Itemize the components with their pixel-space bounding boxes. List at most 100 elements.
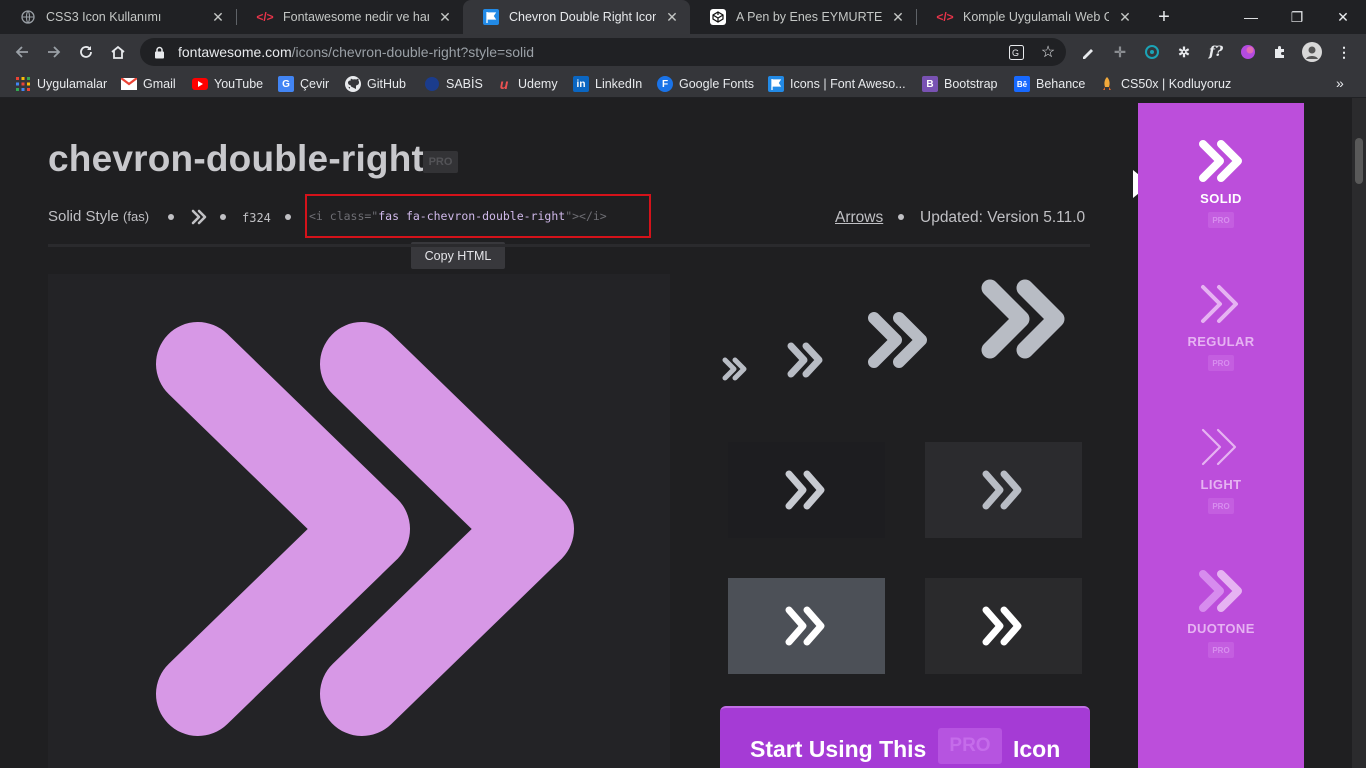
- code-icon: </>: [936, 10, 954, 24]
- bookmark-item[interactable]: G Çevir: [278, 75, 329, 93]
- bookmark-label: GitHub: [367, 77, 406, 91]
- bookmark-item[interactable]: in LinkedIn: [573, 75, 642, 93]
- close-icon[interactable]: ✕: [1117, 9, 1133, 25]
- translate-icon[interactable]: G: [1008, 44, 1024, 60]
- style-option-light[interactable]: LIGHT PRO: [1138, 425, 1304, 545]
- behance-icon: Bē: [1014, 76, 1030, 92]
- browser-tab[interactable]: A Pen by Enes EYMURTEPE ✕: [690, 0, 916, 34]
- style-option-label: LIGHT: [1200, 477, 1242, 492]
- chevron-double-right-icon: [785, 470, 824, 510]
- minimize-icon[interactable]: —: [1228, 0, 1274, 34]
- divider: [48, 244, 1090, 247]
- bookmark-label: Çevir: [300, 77, 330, 91]
- style-option-solid[interactable]: SOLID PRO: [1138, 139, 1304, 259]
- bookmark-item[interactable]: Icons | Font Aweso...: [768, 75, 906, 93]
- browser-toolbar: fontawesome.com/icons/chevron-double-rig…: [0, 34, 1366, 70]
- formula-extension-icon[interactable]: f?: [1206, 42, 1226, 62]
- bookmark-label: CS50x | Kodluyoruz: [1121, 77, 1232, 91]
- preview-tile-charcoal[interactable]: [925, 578, 1082, 674]
- bookmark-label: Gmail: [143, 77, 176, 91]
- chevron-double-right-icon: [785, 606, 824, 646]
- bootstrap-icon: B: [922, 76, 938, 92]
- close-icon[interactable]: ✕: [437, 9, 453, 25]
- window-close-icon[interactable]: ✕: [1320, 0, 1366, 34]
- preview-tile-gray[interactable]: [925, 442, 1082, 538]
- chevron-double-right-icon: [156, 322, 574, 736]
- back-arrow-icon[interactable]: [8, 38, 36, 66]
- bookmark-item[interactable]: Bē Behance: [1014, 75, 1085, 93]
- bookmark-star-icon[interactable]: ☆: [1040, 44, 1056, 61]
- github-icon: [345, 76, 361, 92]
- tab-title: CSS3 Icon Kullanımı: [46, 10, 162, 24]
- page-scrollbar[interactable]: [1352, 98, 1366, 768]
- svg-text:G: G: [1012, 48, 1019, 58]
- avatar[interactable]: [1302, 42, 1322, 62]
- bookmark-item[interactable]: SABİS: [424, 75, 483, 93]
- pen-extension-icon[interactable]: [1078, 42, 1098, 62]
- bookmark-item[interactable]: YouTube: [192, 75, 263, 93]
- bookmark-label: Behance: [1036, 77, 1086, 91]
- preview-tile-dark[interactable]: [728, 442, 885, 538]
- bookmark-label: Uygulamalar: [37, 77, 108, 91]
- style-option-duotone[interactable]: DUOTONE PRO: [1138, 569, 1304, 689]
- google-fonts-icon: F: [657, 76, 673, 92]
- gradient-extension-icon[interactable]: [1238, 42, 1258, 62]
- cta-pro-badge: PRO: [938, 728, 1002, 764]
- reload-icon[interactable]: [72, 38, 100, 66]
- chevron-double-right-icon: [982, 606, 1021, 646]
- url-host: fontawesome.com: [178, 44, 292, 60]
- bookmarks-overflow-button[interactable]: »: [1336, 75, 1344, 91]
- ruler-extension-icon[interactable]: ✛: [1110, 42, 1130, 62]
- bookmark-label: Icons | Font Aweso...: [790, 77, 906, 91]
- restore-icon[interactable]: ❐: [1274, 0, 1320, 34]
- preview-tile-slate[interactable]: [728, 578, 885, 674]
- pro-badge: PRO: [1208, 212, 1234, 228]
- pro-badge: PRO: [1208, 498, 1234, 514]
- kebab-menu-icon[interactable]: ⋮: [1334, 42, 1354, 62]
- close-icon[interactable]: ✕: [890, 9, 906, 25]
- style-option-regular[interactable]: REGULAR PRO: [1138, 282, 1304, 402]
- tab-title: Fontawesome nedir ve hangi a: [283, 10, 429, 24]
- home-icon[interactable]: [104, 38, 132, 66]
- apps-grid-icon: [15, 76, 31, 92]
- icon-preview: [48, 274, 670, 768]
- separator-dot: [898, 214, 904, 220]
- html-snippet[interactable]: <i class=" fas fa-chevron-double-right "><…: [305, 194, 651, 238]
- bookmark-item[interactable]: CS50x | Kodluyoruz: [1099, 75, 1231, 93]
- url-path: /icons/chevron-double-right?style=solid: [291, 44, 535, 60]
- close-icon[interactable]: ✕: [664, 9, 680, 25]
- style-prefix: (fas): [123, 209, 150, 224]
- unicode-value[interactable]: f324: [242, 211, 271, 225]
- bookmark-label: SABİS: [446, 77, 483, 91]
- bookmark-item[interactable]: GitHub: [345, 75, 406, 93]
- chevron-double-right-icon: [1199, 140, 1242, 182]
- browser-tab[interactable]: CSS3 Icon Kullanımı ✕: [0, 0, 236, 34]
- style-selector: SOLID PRO REGULAR PRO LIGHT PRO DUOTONE …: [1138, 103, 1304, 768]
- category-link[interactable]: Arrows: [835, 209, 883, 227]
- gear-extension-icon[interactable]: ✲: [1174, 42, 1194, 62]
- bookmarks-bar: Uygulamalar Gmail YouTube G Çevir GitHub…: [0, 70, 1366, 98]
- new-tab-button[interactable]: +: [1152, 5, 1176, 29]
- circle-extension-icon[interactable]: [1142, 42, 1162, 62]
- start-using-button[interactable]: Start Using This PRO Icon: [720, 706, 1090, 768]
- puzzle-extensions-icon[interactable]: [1270, 42, 1290, 62]
- address-bar[interactable]: fontawesome.com/icons/chevron-double-rig…: [140, 38, 1066, 66]
- lock-icon: [152, 45, 166, 59]
- close-icon[interactable]: ✕: [210, 9, 226, 25]
- bookmark-item[interactable]: F Google Fonts: [657, 75, 754, 93]
- bookmark-item[interactable]: Gmail: [121, 75, 176, 93]
- snippet-close: "></i>: [565, 209, 607, 223]
- browser-tab[interactable]: </> Komple Uygulamalı Web Geliş ✕: [917, 0, 1143, 34]
- bookmark-item[interactable]: Uygulamalar: [15, 75, 107, 93]
- forward-arrow-icon[interactable]: [40, 38, 68, 66]
- browser-tab[interactable]: </> Fontawesome nedir ve hangi a ✕: [237, 0, 463, 34]
- bookmark-label: LinkedIn: [595, 77, 643, 91]
- scrollbar-thumb[interactable]: [1355, 138, 1363, 184]
- translate-icon: G: [278, 76, 294, 92]
- browser-tab-active[interactable]: Chevron Double Right Icon | Fo ✕: [463, 0, 690, 34]
- separator-dot: [285, 214, 291, 220]
- style-option-label: DUOTONE: [1187, 621, 1255, 636]
- separator-dot: [168, 214, 174, 220]
- bookmark-item[interactable]: u Udemy: [496, 75, 558, 93]
- bookmark-item[interactable]: B Bootstrap: [922, 75, 998, 93]
